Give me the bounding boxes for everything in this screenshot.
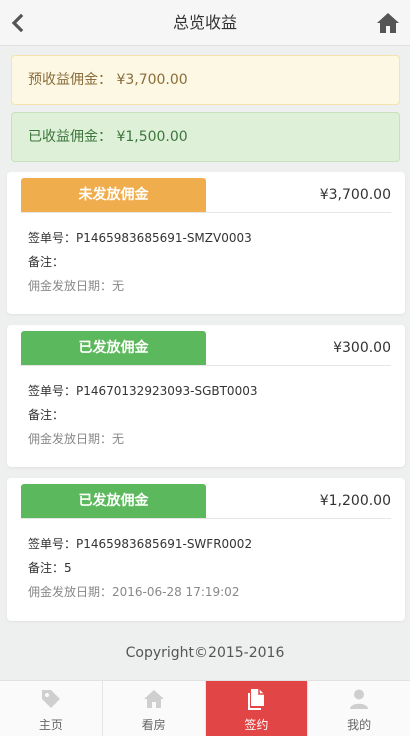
divider — [21, 365, 391, 366]
tag-icon — [41, 690, 60, 708]
page-title: 总览收益 — [172, 13, 237, 32]
tab-label: 签约 — [244, 718, 269, 732]
copyright-text: Copyright©2015-2016 — [125, 645, 285, 661]
commission-card[interactable]: 已发放佣金 ¥1,200.00 签单号：P1465983685691-SWFR0… — [7, 478, 405, 621]
divider — [21, 212, 391, 213]
tab-label: 看房 — [141, 718, 166, 732]
commission-amount: ¥1,200.00 — [319, 493, 391, 509]
home-icon[interactable] — [376, 11, 400, 35]
status-badge: 已发放佣金 — [21, 331, 206, 365]
tab-label: 我的 — [347, 718, 372, 732]
commission-card[interactable]: 已发放佣金 ¥300.00 签单号：P14670132923093-SGBT00… — [7, 325, 405, 467]
bottom-tab-bar: 主页 看房 签约 我的 — [0, 680, 410, 736]
pending-commission-summary: 预收益佣金： ¥3,700.00 — [11, 55, 400, 105]
user-icon — [350, 689, 369, 709]
status-badge: 未发放佣金 — [21, 178, 206, 212]
tab-mine[interactable]: 我的 — [308, 681, 410, 736]
tab-label: 主页 — [38, 718, 63, 732]
status-badge: 已发放佣金 — [21, 484, 206, 518]
commission-amount: ¥3,700.00 — [319, 187, 391, 203]
commission-card[interactable]: 未发放佣金 ¥3,700.00 签单号：P1465983685691-SMZV0… — [7, 172, 405, 314]
order-number: 签单号：P14670132923093-SGBT0003 — [28, 384, 258, 398]
payout-date: 佣金发放日期：无 — [28, 279, 125, 293]
divider — [21, 518, 391, 519]
tab-view-house[interactable]: 看房 — [103, 681, 206, 736]
payout-date: 佣金发放日期：2016-06-28 17:19:02 — [28, 585, 240, 599]
note: 备注： — [28, 408, 65, 422]
document-icon — [248, 689, 265, 710]
top-bar: 总览收益 — [0, 0, 410, 46]
note: 备注： — [28, 255, 65, 269]
note: 备注：5 — [28, 561, 72, 575]
tab-home[interactable]: 主页 — [0, 681, 103, 736]
order-number: 签单号：P1465983685691-SWFR0002 — [28, 537, 253, 551]
payout-date: 佣金发放日期：无 — [28, 432, 125, 446]
commission-amount: ¥300.00 — [333, 340, 391, 356]
order-number: 签单号：P1465983685691-SMZV0003 — [28, 231, 252, 245]
received-commission-summary: 已收益佣金： ¥1,500.00 — [11, 112, 400, 162]
home-icon — [143, 690, 164, 708]
tab-contract[interactable]: 签约 — [205, 681, 309, 736]
